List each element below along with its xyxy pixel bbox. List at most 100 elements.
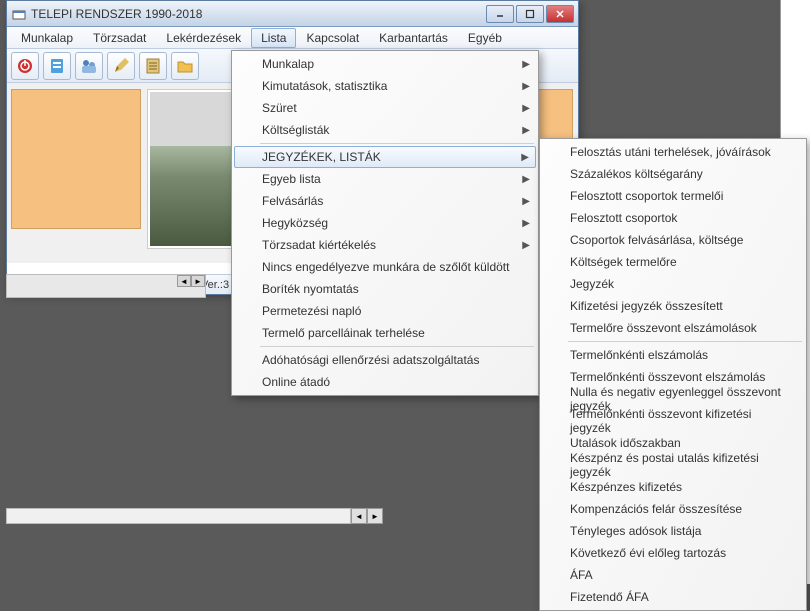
menu-option-label: Termelőnkénti összevont kifizetési jegyz… bbox=[570, 407, 786, 435]
menu-option[interactable]: Jegyzék bbox=[542, 273, 804, 295]
menu-option[interactable]: Felvásárlás▶ bbox=[234, 190, 536, 212]
menu-option-label: Egyeb lista bbox=[262, 172, 321, 186]
close-button[interactable] bbox=[546, 5, 574, 23]
menu-item-karbantartás[interactable]: Karbantartás bbox=[369, 28, 458, 48]
menu-option-label: Törzsadat kiértékelés bbox=[262, 238, 376, 252]
menu-option[interactable]: Fizetendő ÁFA bbox=[542, 586, 804, 608]
menu-separator bbox=[260, 143, 534, 144]
menu-option-label: Szüret bbox=[262, 101, 297, 115]
menu-option-label: Termelőnkénti elszámolás bbox=[570, 348, 708, 362]
menu-option[interactable]: Felosztott csoportok bbox=[542, 207, 804, 229]
menu-option-label: Termelőre összevont elszámolások bbox=[570, 321, 757, 335]
menu-option-label: Jegyzék bbox=[570, 277, 614, 291]
doc-blue-button[interactable] bbox=[43, 52, 71, 80]
folder-button[interactable] bbox=[171, 52, 199, 80]
menu-option-label: Felosztás utáni terhelések, jóváírások bbox=[570, 145, 771, 159]
scroll-right-icon[interactable]: ► bbox=[191, 275, 205, 287]
menu-option[interactable]: Költségek termelőre bbox=[542, 251, 804, 273]
submenu-arrow-icon: ▶ bbox=[522, 103, 530, 114]
submenu-arrow-icon: ▶ bbox=[522, 81, 530, 92]
menu-option-label: JEGYZÉKEK, LISTÁK bbox=[262, 150, 381, 164]
menu-option[interactable]: Felosztás utáni terhelések, jóváírások bbox=[542, 141, 804, 163]
submenu-arrow-icon: ▶ bbox=[522, 174, 530, 185]
menu-option-label: Csoportok felvásárlása, költsége bbox=[570, 233, 743, 247]
title-bar: TELEPI RENDSZER 1990-2018 bbox=[7, 1, 578, 27]
menu-option[interactable]: Termelőnkénti elszámolás bbox=[542, 344, 804, 366]
menu-option[interactable]: Készpénzes kifizetés bbox=[542, 476, 804, 498]
menu-item-lista[interactable]: Lista bbox=[251, 28, 296, 48]
menu-item-egyéb[interactable]: Egyéb bbox=[458, 28, 512, 48]
menu-option[interactable]: Boríték nyomtatás bbox=[234, 278, 536, 300]
menu-option-label: Utalások időszakban bbox=[570, 436, 681, 450]
scrollbar-track[interactable] bbox=[6, 508, 351, 524]
menu-item-törzsadat[interactable]: Törzsadat bbox=[83, 28, 156, 48]
report-button[interactable] bbox=[139, 52, 167, 80]
menu-option-label: ÁFA bbox=[570, 568, 593, 582]
menu-option[interactable]: Százalékos költségarány bbox=[542, 163, 804, 185]
menu-option-label: Felvásárlás bbox=[262, 194, 323, 208]
lista-dropdown: Munkalap▶Kimutatások, statisztika▶Szüret… bbox=[231, 50, 539, 396]
menu-option-label: Kifizetési jegyzék összesített bbox=[570, 299, 723, 313]
small-scroll-region: ◄ ► bbox=[6, 274, 206, 298]
menu-option[interactable]: Nincs engedélyezve munkára de szőlőt kül… bbox=[234, 256, 536, 278]
menu-option-label: Költséglisták bbox=[262, 123, 329, 137]
scroll-left-icon[interactable]: ◄ bbox=[177, 275, 191, 287]
menu-option[interactable]: Online átadó bbox=[234, 371, 536, 393]
menu-option[interactable]: Következő évi előleg tartozás bbox=[542, 542, 804, 564]
menu-separator bbox=[260, 346, 534, 347]
menu-option-label: Készpénz és postai utalás kifizetési jeg… bbox=[570, 451, 786, 479]
power-button[interactable] bbox=[11, 52, 39, 80]
menu-option-label: Tényleges adósok listája bbox=[570, 524, 701, 538]
minimize-button[interactable] bbox=[486, 5, 514, 23]
menu-option-label: Felosztott csoportok termelői bbox=[570, 189, 723, 203]
menu-option[interactable]: ÁFA bbox=[542, 564, 804, 586]
menu-option[interactable]: Csoportok felvásárlása, költsége bbox=[542, 229, 804, 251]
menu-option-label: Költségek termelőre bbox=[570, 255, 677, 269]
bottom-scrollbar: ◄ ► bbox=[6, 508, 383, 524]
menu-option[interactable]: Hegyközség▶ bbox=[234, 212, 536, 234]
menu-option[interactable]: Készpénz és postai utalás kifizetési jeg… bbox=[542, 454, 804, 476]
menu-option[interactable]: Kifizetési jegyzék összesített bbox=[542, 295, 804, 317]
menu-option[interactable]: Kompenzációs felár összesítése bbox=[542, 498, 804, 520]
menu-option-label: Fizetendő ÁFA bbox=[570, 590, 649, 604]
menu-option[interactable]: Törzsadat kiértékelés ▶ bbox=[234, 234, 536, 256]
scroll-right-button[interactable]: ► bbox=[367, 508, 383, 524]
scroll-left-button[interactable]: ◄ bbox=[351, 508, 367, 524]
menu-option[interactable]: Szüret ▶ bbox=[234, 97, 536, 119]
menu-option[interactable]: Munkalap▶ bbox=[234, 53, 536, 75]
menu-option[interactable]: Egyeb lista ▶ bbox=[234, 168, 536, 190]
menu-option-label: Következő évi előleg tartozás bbox=[570, 546, 726, 560]
menu-option[interactable]: Termelő parcelláinak terhelése bbox=[234, 322, 536, 344]
menu-item-munkalap[interactable]: Munkalap bbox=[11, 28, 83, 48]
menu-option[interactable]: Felosztott csoportok termelői bbox=[542, 185, 804, 207]
menu-option-label: Online átadó bbox=[262, 375, 330, 389]
window-title: TELEPI RENDSZER 1990-2018 bbox=[31, 7, 486, 21]
menu-option[interactable]: Termelőnkénti összevont kifizetési jegyz… bbox=[542, 410, 804, 432]
submenu-arrow-icon: ▶ bbox=[522, 218, 530, 229]
menu-option[interactable]: JEGYZÉKEK, LISTÁK ▶ bbox=[234, 146, 536, 168]
jegyzekek-submenu: Felosztás utáni terhelések, jóváírások Sz… bbox=[539, 138, 807, 611]
menu-option[interactable]: Adóhatósági ellenőrzési adatszolgáltatás bbox=[234, 349, 536, 371]
menu-option-label: Adóhatósági ellenőrzési adatszolgáltatás bbox=[262, 353, 479, 367]
menu-option[interactable]: Kimutatások, statisztika ▶ bbox=[234, 75, 536, 97]
submenu-arrow-icon: ▶ bbox=[522, 125, 530, 136]
edit-button[interactable] bbox=[107, 52, 135, 80]
menu-item-kapcsolat[interactable]: Kapcsolat bbox=[296, 28, 369, 48]
menu-option-label: Százalékos költségarány bbox=[570, 167, 703, 181]
menu-option-label: Készpénzes kifizetés bbox=[570, 480, 682, 494]
menu-option[interactable]: Költséglisták ▶ bbox=[234, 119, 536, 141]
menu-option[interactable]: Termelőre összevont elszámolások bbox=[542, 317, 804, 339]
users-button[interactable] bbox=[75, 52, 103, 80]
menu-option-label: Nincs engedélyezve munkára de szőlőt kül… bbox=[262, 260, 509, 274]
submenu-arrow-icon: ▶ bbox=[522, 240, 530, 251]
submenu-arrow-icon: ▶ bbox=[521, 152, 529, 163]
menu-option-label: Kimutatások, statisztika bbox=[262, 79, 387, 93]
menu-option[interactable]: Permetezési napló bbox=[234, 300, 536, 322]
maximize-button[interactable] bbox=[516, 5, 544, 23]
menu-option-label: Permetezési napló bbox=[262, 304, 361, 318]
app-icon bbox=[11, 6, 27, 22]
menu-option-label: Termelő parcelláinak terhelése bbox=[262, 326, 425, 340]
menu-option[interactable]: Tényleges adósok listája bbox=[542, 520, 804, 542]
menu-option-label: Kompenzációs felár összesítése bbox=[570, 502, 742, 516]
menu-item-lekérdezések[interactable]: Lekérdezések bbox=[156, 28, 251, 48]
